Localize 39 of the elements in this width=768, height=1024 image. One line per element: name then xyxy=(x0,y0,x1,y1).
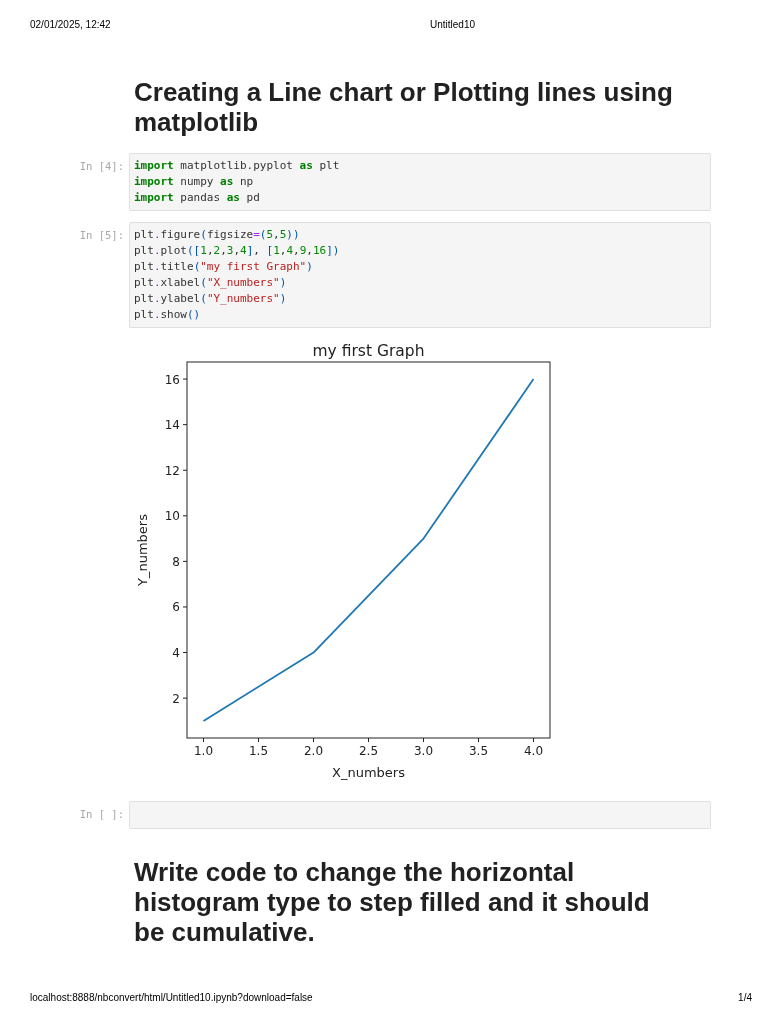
y-tick-label: 16 xyxy=(164,372,180,387)
x-tick-label: 1.0 xyxy=(193,744,214,758)
code-line: plt.xlabel("X_numbers") xyxy=(134,275,288,291)
code-line: import matplotlib.pyplot as plt xyxy=(134,158,341,174)
y-tick-label: 10 xyxy=(164,509,180,524)
x-tick-label: 3.5 xyxy=(468,744,489,758)
code-line: import pandas as pd xyxy=(134,190,261,206)
print-date: 02/01/2025, 12:42 xyxy=(30,19,112,31)
x-tick-label: 2.5 xyxy=(358,744,379,758)
chart-title: my first Graph xyxy=(312,342,425,360)
code-input[interactable]: plt.figure(figsize=(5,5)) plt.plot([1,2,3,4], [1,4,9,16]) plt.title("my first Graph") plt.xlabel("X_numbers") plt.ylabel("Y_numbers") plt.show() xyxy=(129,222,711,328)
y-tick-label: 2 xyxy=(172,691,180,706)
y-tick-label: 8 xyxy=(172,554,180,569)
print-title: Untitled10 xyxy=(430,19,477,31)
code-line: import numpy as np xyxy=(134,174,255,190)
y-tick-label: 6 xyxy=(172,600,180,615)
input-prompt: In [4]: xyxy=(78,159,124,174)
x-tick-label: 2.0 xyxy=(303,744,324,758)
x-tick-label: 3.0 xyxy=(413,744,434,758)
x-tick-label: 1.5 xyxy=(248,744,269,758)
code-line: plt.ylabel("Y_numbers") xyxy=(134,291,288,307)
page-number: 1/4 xyxy=(738,992,752,1004)
input-prompt: In [5]: xyxy=(78,228,124,243)
code-input[interactable]: import matplotlib.pyplot as plt import numpy as np import pandas as pd xyxy=(129,153,711,211)
print-url: localhost:8888/nbconvert/html/Untitled10.ipynb?download=false xyxy=(30,992,313,1004)
y-tick-label: 14 xyxy=(164,418,180,433)
code-line: plt.figure(figsize=(5,5)) xyxy=(134,227,301,243)
section-heading: Write code to change the horizontal histogram type to step filled and it should be cumulative. xyxy=(134,857,651,947)
y-axis-label: Y_numbers xyxy=(135,514,150,586)
code-line: plt.title("my first Graph") xyxy=(134,259,314,275)
y-tick-label: 12 xyxy=(164,463,180,478)
input-prompt: In [ ]: xyxy=(78,807,124,822)
code-line: plt.show() xyxy=(134,307,202,323)
section-heading: Creating a Line chart or Plotting lines using matplotlib xyxy=(134,77,674,137)
code-line: plt.plot([1,2,3,4], [1,4,9,16]) xyxy=(134,243,341,259)
x-axis-label: X_numbers xyxy=(332,765,405,780)
x-tick-label: 4.0 xyxy=(523,744,544,758)
y-tick-label: 4 xyxy=(172,646,180,661)
code-input[interactable] xyxy=(129,801,711,829)
